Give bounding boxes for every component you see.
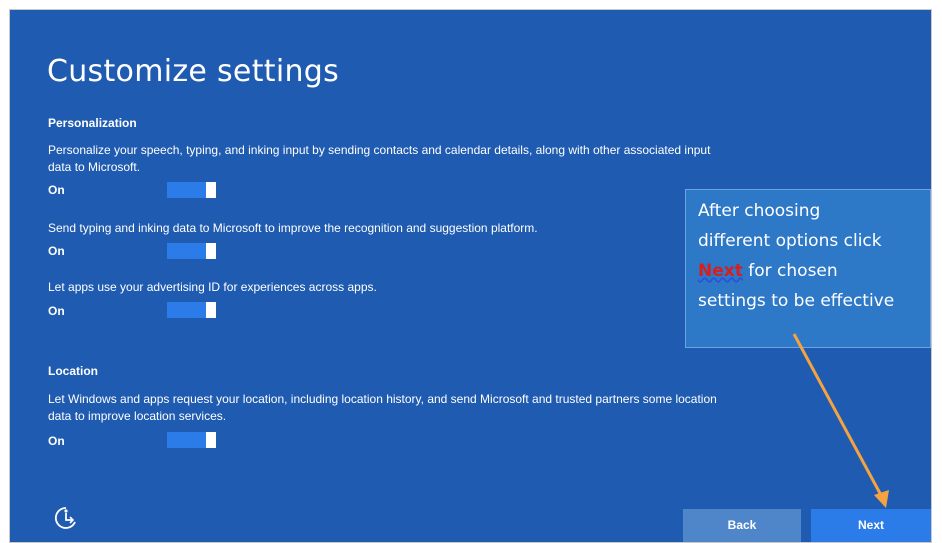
location-heading: Location — [48, 364, 98, 378]
advertising-id-description: Let apps use your advertising ID for exp… — [48, 280, 377, 294]
typing-inking-state-label: On — [48, 244, 65, 258]
arrow-head — [874, 490, 889, 508]
advertising-id-toggle[interactable] — [167, 302, 216, 318]
speech-typing-state-label: On — [48, 183, 65, 197]
speech-typing-toggle[interactable] — [167, 182, 216, 198]
oobe-screen: Customize settings Personalization Perso… — [9, 9, 932, 543]
callout-line-1: After choosing — [698, 201, 821, 221]
toggle-knob — [206, 243, 216, 259]
location-toggle[interactable] — [167, 432, 216, 448]
back-button[interactable]: Back — [683, 509, 801, 542]
toggle-knob — [206, 182, 216, 198]
ease-of-access-icon[interactable] — [54, 506, 78, 530]
callout-line-3: Next for chosen — [698, 256, 930, 286]
arrow-shaft — [792, 333, 884, 498]
typing-inking-toggle[interactable] — [167, 243, 216, 259]
callout-line-2: different options click — [698, 231, 882, 251]
advertising-id-state-label: On — [48, 304, 65, 318]
callout-next-highlight: Next — [698, 261, 743, 281]
callout-line-3-rest: for chosen — [742, 261, 838, 281]
toggle-knob — [206, 432, 216, 448]
speech-typing-description: Personalize your speech, typing, and ink… — [48, 143, 711, 174]
typing-inking-description: Send typing and inking data to Microsoft… — [48, 221, 538, 235]
toggle-knob — [206, 302, 216, 318]
personalization-heading: Personalization — [48, 116, 137, 130]
callout-line-4: settings to be effective — [698, 291, 895, 311]
location-description: Let Windows and apps request your locati… — [48, 392, 717, 423]
location-state-label: On — [48, 434, 65, 448]
page-title: Customize settings — [47, 54, 340, 89]
next-button[interactable]: Next — [811, 509, 931, 542]
instruction-callout: After choosing different options click N… — [685, 189, 931, 348]
